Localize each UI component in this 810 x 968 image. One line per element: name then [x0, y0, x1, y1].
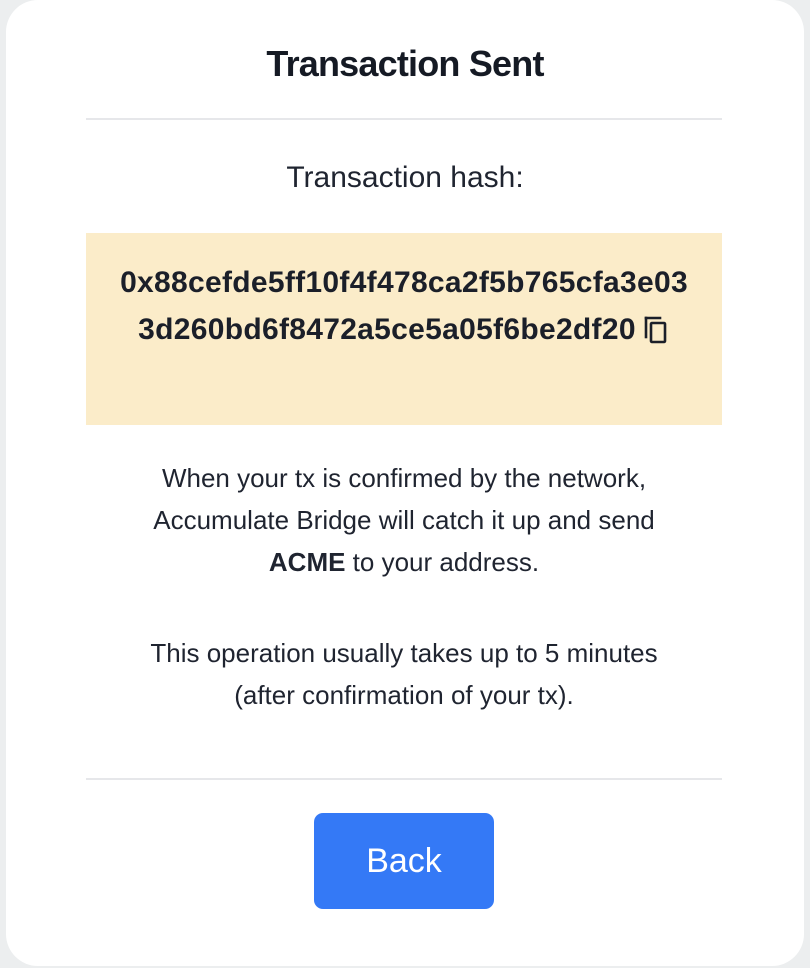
transaction-hash-label: Transaction hash:	[286, 161, 524, 194]
title-divider	[86, 118, 722, 120]
message-line-3: ACME to your address.	[86, 541, 722, 583]
timing-message: This operation usually takes up to 5 min…	[86, 632, 722, 716]
message-line-3-rest: to your address.	[345, 547, 540, 577]
message-line-2: Accumulate Bridge will catch it up and s…	[153, 505, 655, 535]
back-button[interactable]: Back	[314, 813, 494, 909]
transaction-hash-container: 0x88cefde5ff10f4f478ca2f5b765cfa3e033d26…	[114, 259, 694, 353]
transaction-hash-value: 0x88cefde5ff10f4f478ca2f5b765cfa3e033d26…	[120, 266, 688, 346]
message-line-1: When your tx is confirmed by the network…	[161, 463, 647, 493]
timing-line-1: This operation usually takes up to 5 min…	[150, 638, 658, 668]
dialog-title: Transaction Sent	[266, 43, 544, 84]
transaction-sent-dialog: Transaction Sent Transaction hash: 0x88c…	[6, 0, 804, 966]
confirmation-message: When your tx is confirmed by the network…	[86, 457, 722, 583]
transaction-hash-box: 0x88cefde5ff10f4f478ca2f5b765cfa3e033d26…	[86, 233, 722, 425]
copy-icon[interactable]	[642, 312, 670, 344]
footer-divider	[86, 778, 722, 780]
token-name: ACME	[268, 547, 346, 577]
timing-line-2: (after confirmation of your tx).	[234, 680, 574, 710]
